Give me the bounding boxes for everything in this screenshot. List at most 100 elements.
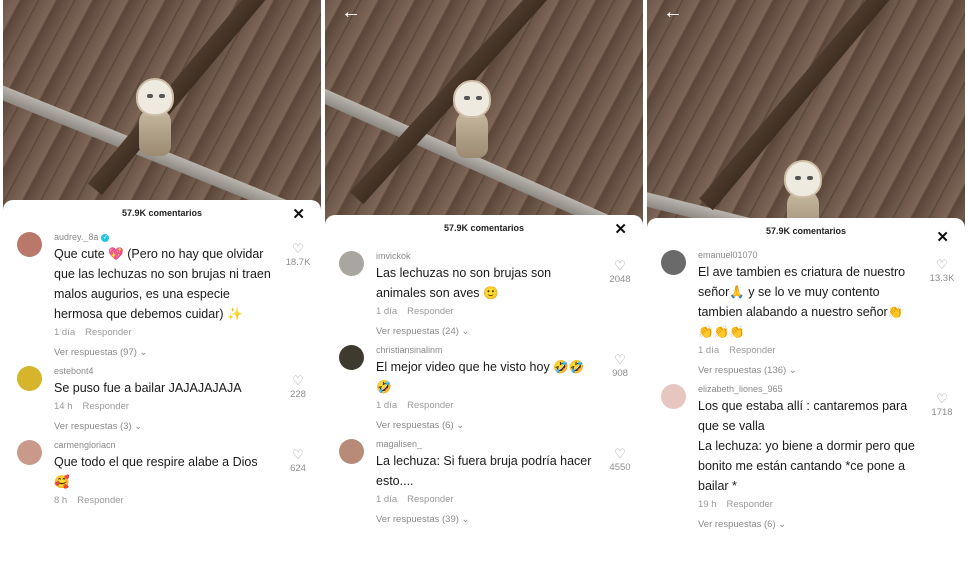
close-icon[interactable]: ✕ bbox=[614, 220, 627, 238]
avatar[interactable] bbox=[17, 440, 42, 465]
video-frame[interactable]: ← bbox=[647, 0, 965, 230]
like-count: 2048 bbox=[609, 274, 631, 285]
comment-time: 1 día bbox=[54, 327, 76, 338]
like-count: 624 bbox=[290, 463, 306, 474]
owl-image bbox=[136, 78, 176, 158]
comment-meta: 1 día Responder bbox=[54, 324, 275, 342]
view-replies-button[interactable]: Ver respuestas (97) ⌄ bbox=[54, 342, 275, 364]
heart-outline-icon[interactable]: ♡ bbox=[605, 353, 635, 366]
avatar[interactable] bbox=[661, 250, 686, 275]
view-replies-label[interactable]: Ver respuestas (97) bbox=[54, 347, 137, 358]
view-replies-label[interactable]: Ver respuestas (39) bbox=[376, 514, 459, 525]
chevron-down-icon: ⌄ bbox=[134, 421, 143, 432]
like-count: 13.3K bbox=[929, 273, 955, 284]
view-replies-button[interactable]: Ver respuestas (6) ⌄ bbox=[698, 514, 919, 536]
comment-username[interactable]: magalisen_ bbox=[376, 437, 597, 451]
heart-outline-icon[interactable]: ♡ bbox=[927, 392, 957, 405]
comment-item: carmengloriacn Que todo el que respire a… bbox=[3, 438, 321, 510]
comments-count-title: 57.9K comentarios bbox=[443, 223, 525, 233]
like-button[interactable]: ♡ 908 bbox=[605, 353, 635, 379]
avatar[interactable] bbox=[339, 251, 364, 276]
heart-outline-icon[interactable]: ♡ bbox=[283, 448, 313, 461]
chevron-down-icon: ⌄ bbox=[139, 347, 148, 358]
avatar[interactable] bbox=[661, 384, 686, 409]
close-icon[interactable]: ✕ bbox=[936, 228, 949, 246]
comments-header: 57.9K comentarios ✕ bbox=[647, 218, 965, 246]
view-replies-label[interactable]: Ver respuestas (6) bbox=[376, 420, 454, 431]
view-replies-label[interactable]: Ver respuestas (136) bbox=[698, 365, 786, 376]
comments-header: 57.9K comentarios ✕ bbox=[325, 215, 643, 241]
comment-text: El ave tambien es criatura de nuestro se… bbox=[698, 265, 906, 339]
view-replies-button[interactable]: Ver respuestas (136) ⌄ bbox=[698, 360, 919, 382]
reply-button[interactable]: Responder bbox=[85, 327, 131, 338]
comment-time: 1 día bbox=[376, 400, 398, 411]
comment-username[interactable]: emanuel01070 bbox=[698, 248, 919, 262]
reply-button[interactable]: Responder bbox=[407, 306, 453, 317]
reply-button[interactable]: Responder bbox=[77, 495, 123, 506]
comment-meta: 1 día Responder bbox=[376, 491, 597, 509]
screenshot-panel-2: ← 57.9K comentarios ✕ imvickok Las lechu… bbox=[325, 0, 643, 565]
comment-time: 1 día bbox=[698, 345, 720, 356]
comment-text: Se puso fue a bailar JAJAJAJAJA bbox=[54, 381, 242, 395]
heart-outline-icon[interactable]: ♡ bbox=[605, 447, 635, 460]
screenshot-panel-3: ← 57.9K comentarios ✕ emanuel01070 El av… bbox=[647, 0, 965, 565]
video-frame[interactable]: ← bbox=[325, 0, 643, 230]
comment-item: magalisen_ La lechuza: Si fuera bruja po… bbox=[325, 437, 643, 531]
comment-meta: 19 h Responder bbox=[698, 496, 919, 514]
like-count: 1718 bbox=[931, 407, 953, 418]
heart-outline-icon[interactable]: ♡ bbox=[605, 259, 635, 272]
like-count: 228 bbox=[290, 389, 306, 400]
view-replies-button[interactable]: Ver respuestas (24) ⌄ bbox=[376, 321, 597, 343]
like-button[interactable]: ♡ 13.3K bbox=[927, 258, 957, 284]
avatar[interactable] bbox=[339, 345, 364, 370]
back-arrow-icon[interactable]: ← bbox=[341, 2, 361, 22]
avatar[interactable] bbox=[17, 366, 42, 391]
comment-item: imvickok Las lechuzas no son brujas son … bbox=[325, 249, 643, 343]
like-button[interactable]: ♡ 2048 bbox=[605, 259, 635, 285]
like-button[interactable]: ♡ 4550 bbox=[605, 447, 635, 473]
owl-image bbox=[453, 80, 493, 160]
view-replies-button[interactable]: Ver respuestas (39) ⌄ bbox=[376, 509, 597, 531]
heart-outline-icon[interactable]: ♡ bbox=[283, 374, 313, 387]
like-button[interactable]: ♡ 18.7K bbox=[283, 242, 313, 268]
comment-username[interactable]: imvickok bbox=[376, 249, 597, 263]
reply-button[interactable]: Responder bbox=[729, 345, 775, 356]
view-replies-label[interactable]: Ver respuestas (24) bbox=[376, 326, 459, 337]
close-icon[interactable]: ✕ bbox=[292, 205, 305, 223]
reply-button[interactable]: Responder bbox=[407, 400, 453, 411]
comment-item: audrey._8a ✓ Que cute 💖 (Pero no hay que … bbox=[3, 230, 321, 364]
heart-outline-icon[interactable]: ♡ bbox=[283, 242, 313, 255]
comment-username[interactable]: estebont4 bbox=[54, 364, 275, 378]
reply-button[interactable]: Responder bbox=[83, 401, 129, 412]
comments-header: 57.9K comentarios ✕ bbox=[3, 200, 321, 226]
comment-username[interactable]: christiansinalinm bbox=[376, 343, 597, 357]
comment-text: El mejor video que he visto hoy 🤣🤣🤣 bbox=[376, 360, 585, 394]
view-replies-button[interactable]: Ver respuestas (6) ⌄ bbox=[376, 415, 597, 437]
comment-username[interactable]: carmengloriacn bbox=[54, 438, 275, 452]
username-text[interactable]: audrey._8a bbox=[54, 232, 98, 242]
comment-time: 19 h bbox=[698, 499, 717, 510]
like-button[interactable]: ♡ 624 bbox=[283, 448, 313, 474]
like-count: 908 bbox=[612, 368, 628, 379]
reply-button[interactable]: Responder bbox=[407, 494, 453, 505]
view-replies-button[interactable]: Ver respuestas (3) ⌄ bbox=[54, 416, 275, 438]
comment-time: 8 h bbox=[54, 495, 68, 506]
like-count: 18.7K bbox=[285, 257, 311, 268]
comments-sheet: 57.9K comentarios ✕ imvickok Las lechuza… bbox=[325, 215, 643, 565]
chevron-down-icon: ⌄ bbox=[461, 326, 470, 337]
comment-text: Que todo el que respire alabe a Dios 🥰 bbox=[54, 455, 258, 489]
avatar[interactable] bbox=[339, 439, 364, 464]
like-button[interactable]: ♡ 1718 bbox=[927, 392, 957, 418]
comment-username[interactable]: audrey._8a ✓ bbox=[54, 230, 275, 244]
avatar[interactable] bbox=[17, 232, 42, 257]
back-arrow-icon[interactable]: ← bbox=[663, 2, 683, 22]
video-frame[interactable] bbox=[3, 0, 321, 215]
like-button[interactable]: ♡ 228 bbox=[283, 374, 313, 400]
comment-username[interactable]: elizabeth_liones_965 bbox=[698, 382, 919, 396]
comments-count-title: 57.9K comentarios bbox=[121, 208, 203, 218]
view-replies-label[interactable]: Ver respuestas (3) bbox=[54, 421, 132, 432]
reply-button[interactable]: Responder bbox=[727, 499, 773, 510]
screenshot-panel-1: 57.9K comentarios ✕ audrey._8a ✓ Que cute… bbox=[3, 0, 321, 565]
view-replies-label[interactable]: Ver respuestas (6) bbox=[698, 519, 776, 530]
heart-outline-icon[interactable]: ♡ bbox=[927, 258, 957, 271]
